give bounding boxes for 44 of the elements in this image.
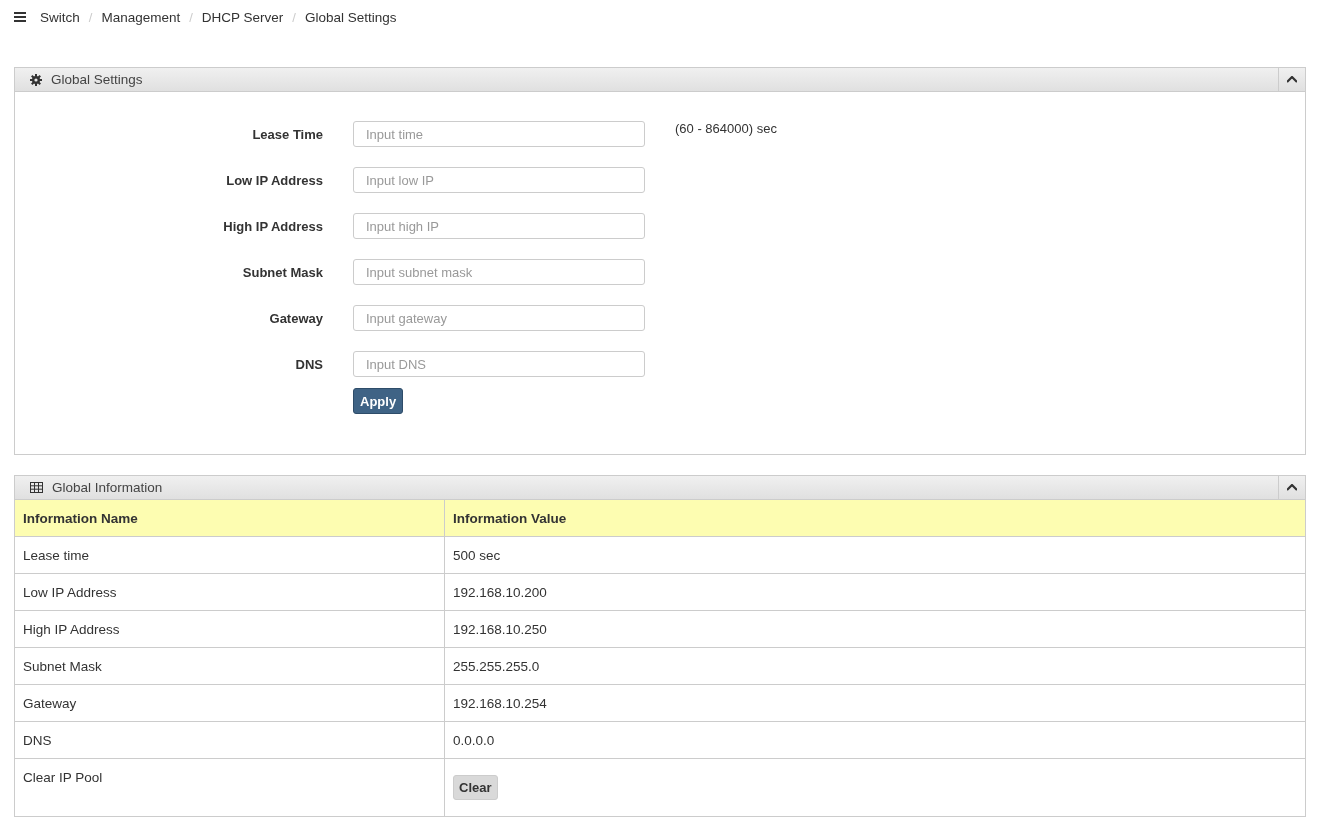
field-label: High IP Address (222, 218, 323, 234)
table-cell: Clear IP Pool (15, 758, 445, 816)
breadcrumb-item[interactable]: Management (101, 9, 181, 25)
input-field[interactable]: Input low IP (353, 167, 645, 193)
clear-button[interactable]: Clear (453, 775, 498, 800)
panel-title: Global Settings (51, 72, 144, 87)
chevron-up-icon (1287, 76, 1297, 83)
chevron-up-icon (1287, 484, 1297, 491)
breadcrumb-separator: / (189, 9, 193, 25)
column-header: Information Value (444, 500, 1305, 537)
breadcrumb-separator: / (88, 9, 93, 25)
table-cell: Lease time (15, 536, 445, 574)
field-label: Subnet Mask (241, 264, 323, 280)
field-label: Lease Time (251, 126, 323, 142)
table-cell: High IP Address (15, 610, 445, 648)
breadcrumb-item[interactable]: DHCP Server (201, 9, 284, 25)
gear-icon (30, 73, 42, 86)
table-cell: Gateway (15, 684, 445, 722)
field-hint: (60 - 864000) sec (675, 121, 777, 136)
table-cell: Low IP Address (15, 573, 445, 611)
field-label: Low IP Address (225, 172, 323, 188)
field-label: Gateway (268, 310, 323, 326)
input-field[interactable]: Input subnet mask (353, 259, 645, 285)
table-cell: 500 sec (444, 536, 1305, 574)
panel-title: Global Information (52, 480, 164, 495)
table-cell: 192.168.10.250 (444, 610, 1305, 648)
table-cell: 192.168.10.200 (444, 573, 1305, 611)
table-cell: 255.255.255.0 (444, 647, 1305, 685)
breadcrumb-separator: / (292, 9, 296, 25)
table-cell: 192.168.10.254 (444, 684, 1305, 722)
table-icon (30, 482, 43, 493)
menu-icon[interactable] (14, 12, 26, 22)
table-cell: Subnet Mask (15, 647, 445, 685)
column-header: Information Name (15, 500, 445, 537)
input-field[interactable]: Input DNS (353, 351, 645, 377)
field-label: DNS (294, 356, 323, 372)
input-field[interactable]: Input high IP (353, 213, 645, 239)
breadcrumb-item: Global Settings (305, 9, 397, 25)
input-field[interactable]: Input time (353, 121, 645, 147)
table-cell: DNS (15, 721, 445, 759)
input-field[interactable]: Input gateway (353, 305, 645, 331)
breadcrumb-item[interactable]: Switch (40, 9, 80, 25)
table-cell: 0.0.0.0 (444, 721, 1305, 759)
apply-button[interactable]: Apply (353, 388, 404, 414)
